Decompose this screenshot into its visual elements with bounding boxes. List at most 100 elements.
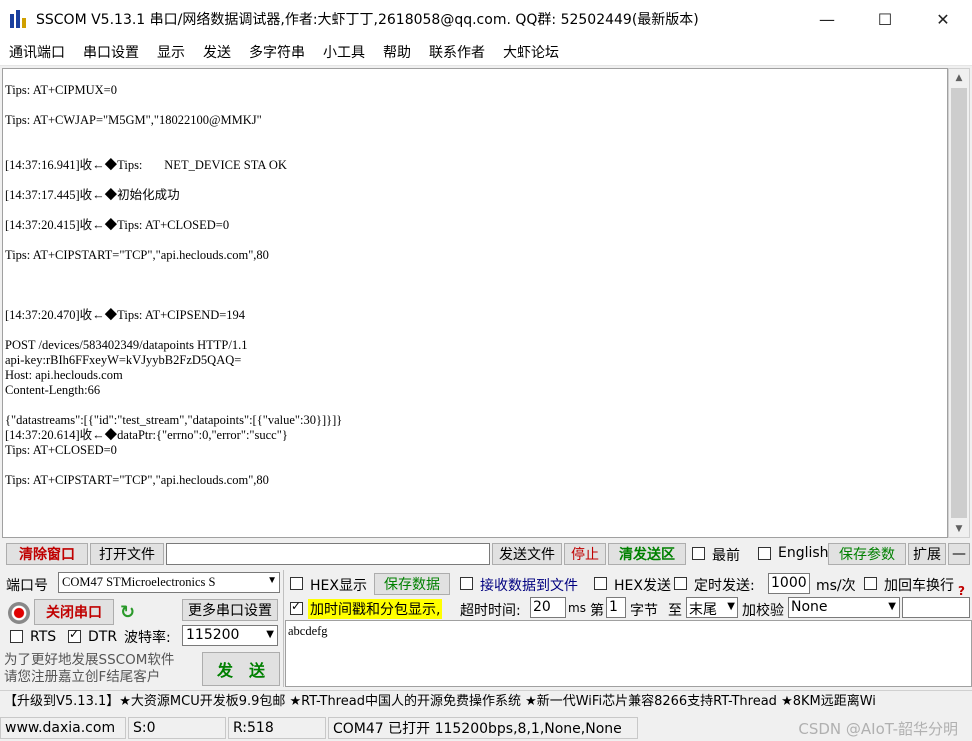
recv-to-file-checkbox[interactable] [460, 577, 473, 590]
output-line: Tips: AT+CWJAP="M5GM","18022100@MMKJ" [5, 113, 262, 127]
menu-multi-string[interactable]: 多字符串 [240, 42, 314, 62]
scroll-up-icon[interactable]: ▲ [949, 69, 969, 86]
end-select-value: 末尾 [689, 602, 717, 618]
output-line: Tips: AT+CIPSTART="TCP","api.heclouds.co… [5, 248, 269, 262]
timeout-input[interactable]: 20 [530, 597, 566, 618]
menu-display[interactable]: 显示 [148, 42, 194, 62]
menu-serial-settings[interactable]: 串口设置 [74, 42, 148, 62]
more-settings-button[interactable]: 更多串口设置 [182, 599, 278, 621]
output-line: Tips: AT+CIPSTART="TCP","api.heclouds.co… [5, 473, 269, 487]
clear-send-button[interactable]: 清发送区 [608, 543, 686, 565]
chevron-down-icon: ▼ [888, 601, 896, 612]
dtr-checkbox[interactable] [68, 627, 81, 643]
hex-display-label: HEX显示 [310, 578, 367, 594]
save-data-button[interactable]: 保存数据 [374, 573, 450, 595]
topmost-label: 最前 [712, 548, 740, 564]
interval-input[interactable]: 1000 [768, 573, 810, 594]
output-line: {"datastreams":[{"id":"test_stream","dat… [5, 413, 343, 427]
checksum-output-field[interactable] [902, 597, 970, 618]
chevron-down-icon: ▼ [266, 629, 274, 640]
send-file-button[interactable]: 发送文件 [492, 543, 562, 565]
port-select[interactable]: COM47 STMicroelectronics S ▼ [58, 572, 280, 593]
hex-send-checkbox[interactable] [594, 577, 607, 590]
chevron-down-icon: ▼ [727, 601, 735, 612]
status-received: R:518 [228, 716, 326, 739]
status-website[interactable]: www.daxia.com [0, 716, 126, 739]
minimize-button[interactable]: — [798, 0, 856, 38]
send-input[interactable]: abcdefg [285, 620, 972, 687]
timeout-label: 超时时间: [460, 603, 521, 619]
refresh-icon[interactable]: ↻ [120, 602, 135, 623]
save-params-button[interactable]: 保存参数 [828, 543, 906, 565]
menu-contact-author[interactable]: 联系作者 [420, 42, 494, 62]
checksum-select[interactable]: None ▼ [788, 597, 900, 618]
menu-forum[interactable]: 大虾论坛 [494, 42, 568, 62]
menu-tools[interactable]: 小工具 [314, 42, 374, 62]
scroll-thumb[interactable] [951, 88, 967, 518]
rts-label: RTS [30, 629, 57, 645]
watermark: CSDN @AIoT-韶华分明 [798, 720, 958, 738]
output-line: [14:37:20.415]收←◆Tips: AT+CLOSED=0 [5, 218, 230, 232]
stop-button[interactable]: 停止 [564, 543, 606, 565]
hex-send-label: HEX发送 [614, 578, 671, 594]
help-icon[interactable]: ? [958, 584, 965, 598]
scroll-down-icon[interactable]: ▼ [949, 520, 969, 537]
output-line: [14:37:20.470]收←◆Tips: AT+CIPSEND=194 [5, 308, 246, 322]
file-path-input[interactable] [166, 543, 490, 565]
topmost-checkbox[interactable] [692, 547, 705, 560]
app-logo-icon [8, 8, 30, 30]
promo-ticker[interactable]: 【升级到V5.13.1】★大资源MCU开发板9.9包邮 ★RT-Thread中国… [0, 690, 972, 712]
interval-unit: ms/次 [816, 578, 856, 594]
add-crlf-checkbox[interactable] [864, 577, 877, 590]
timed-send-checkbox[interactable] [674, 577, 687, 590]
baud-select[interactable]: 115200 ▼ [182, 625, 278, 646]
output-line: [14:37:16.941]收←◆Tips: NET_DEVICE STA OK [5, 158, 287, 172]
timestamp-label: 加时间戳和分包显示, [308, 599, 443, 619]
output-line: POST /devices/583402349/datapoints HTTP/… [5, 338, 248, 352]
expand-button[interactable]: 扩展 [908, 543, 946, 565]
promo-line: 请您注册嘉立创F结尾客户 [4, 669, 161, 685]
end-select[interactable]: 末尾 ▼ [686, 597, 738, 618]
recv-to-file-label: 接收数据到文件 [480, 578, 578, 594]
menu-bar: 通讯端口 串口设置 显示 发送 多字符串 小工具 帮助 联系作者 大虾论坛 [0, 38, 972, 66]
clear-window-button[interactable]: 清除窗口 [6, 543, 88, 565]
promo-line: 为了更好地发展SSCOM软件 [4, 652, 175, 668]
output-scrollbar[interactable]: ▲ ▼ [948, 68, 970, 538]
hex-display-checkbox[interactable] [290, 577, 303, 590]
port-status-icon [8, 602, 30, 624]
send-button[interactable]: 发 送 [202, 652, 280, 686]
menu-help[interactable]: 帮助 [374, 42, 420, 62]
dtr-label: DTR [88, 629, 118, 645]
maximize-button[interactable]: ☐ [856, 0, 914, 38]
collapse-button[interactable]: — [948, 543, 970, 565]
output-line: Tips: AT+CLOSED=0 [5, 443, 117, 457]
timeout-unit: ms [568, 601, 586, 615]
close-port-button[interactable]: 关闭串口 [34, 599, 114, 625]
title-bar: SSCOM V5.13.1 串口/网络数据调试器,作者:大虾丁丁,2618058… [0, 0, 972, 38]
menu-port[interactable]: 通讯端口 [0, 42, 74, 62]
close-button[interactable]: ✕ [914, 0, 972, 38]
open-file-button[interactable]: 打开文件 [90, 543, 164, 565]
menu-send[interactable]: 发送 [194, 42, 240, 62]
packet-byte-input[interactable]: 1 [606, 597, 626, 618]
chevron-down-icon: ▼ [267, 575, 277, 586]
checksum-label: 加校验 [742, 603, 784, 619]
panel-divider [283, 570, 284, 687]
timestamp-checkbox[interactable] [290, 599, 303, 615]
english-checkbox[interactable] [758, 547, 771, 560]
output-line: [14:37:20.614]收←◆dataPtr:{"errno":0,"err… [5, 428, 288, 442]
rts-checkbox[interactable] [10, 630, 23, 643]
receive-output[interactable]: Tips: AT+CIPMUX=0 Tips: AT+CWJAP="M5GM",… [2, 68, 948, 538]
output-line: Tips: AT+CIPMUX=0 [5, 83, 117, 97]
